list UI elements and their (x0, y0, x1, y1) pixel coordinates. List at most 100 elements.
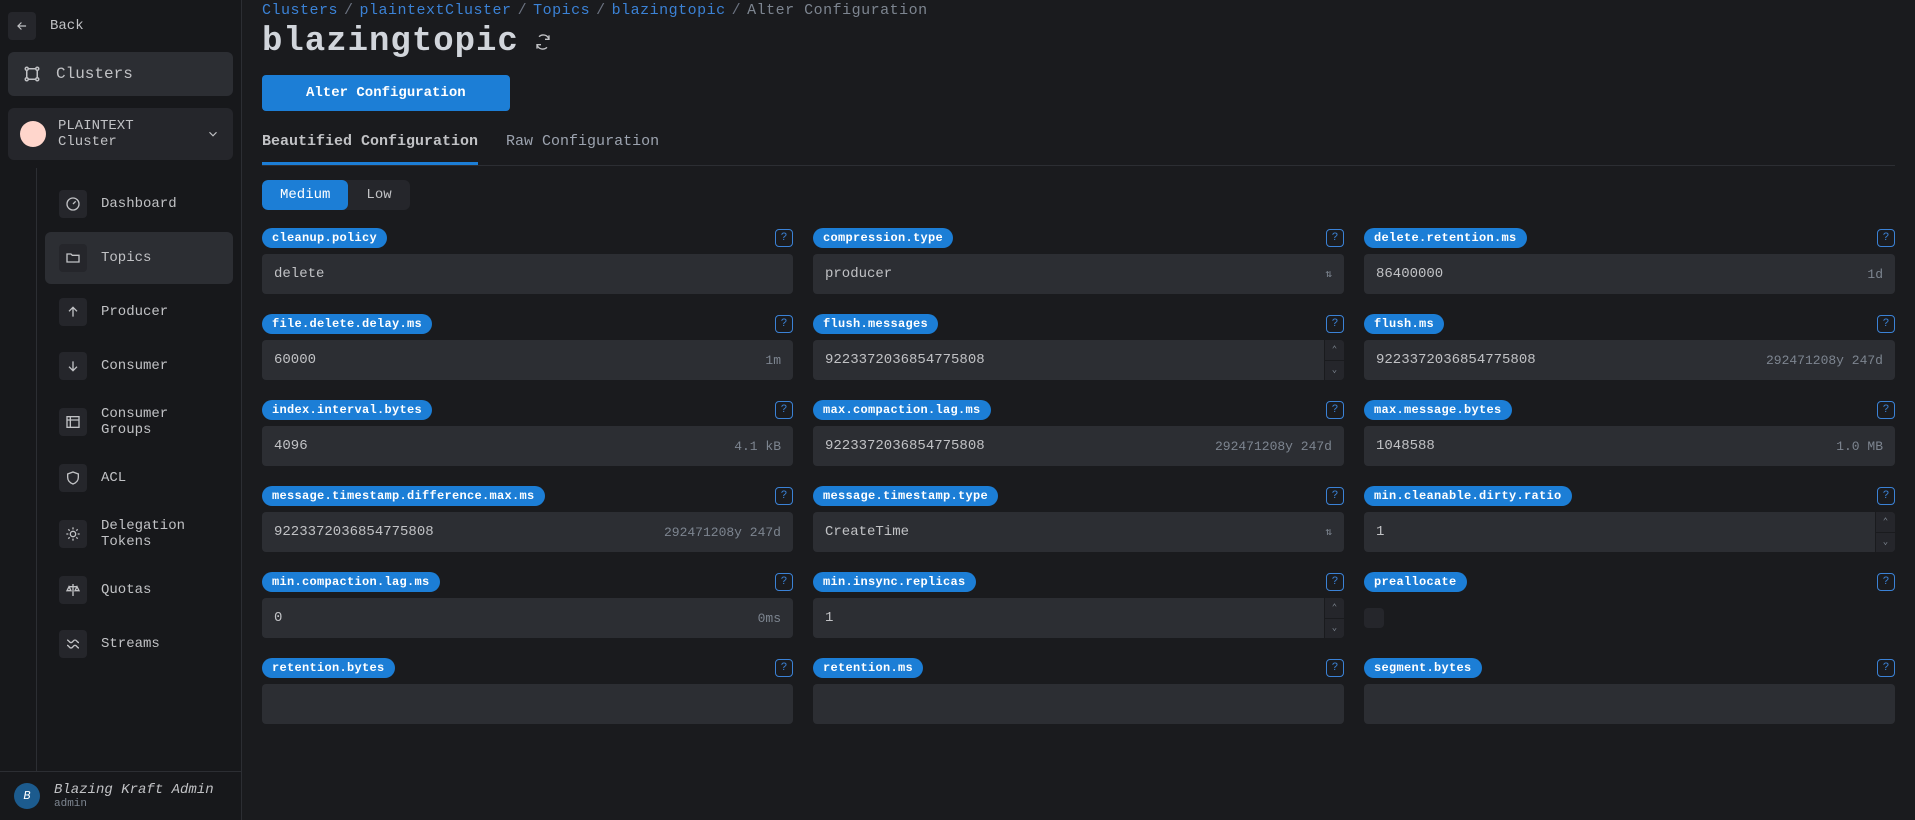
stepper-input[interactable] (825, 352, 1332, 368)
field-flush-messages: flush.messages?⌃⌄ (813, 314, 1344, 380)
select-compression-type[interactable]: producer (813, 254, 1344, 294)
nav-label: Dashboard (101, 196, 177, 212)
field-max-message-bytes: max.message.bytes? 1.0 MB (1364, 400, 1895, 466)
input-delete-retention-ms[interactable]: 1d (1364, 254, 1895, 294)
help-icon[interactable]: ? (1326, 315, 1344, 333)
input-retention-ms[interactable] (813, 684, 1344, 724)
text-input[interactable] (1376, 266, 1857, 282)
help-icon[interactable]: ? (1877, 401, 1895, 419)
tab-beautified-configuration[interactable]: Beautified Configuration (262, 133, 478, 165)
text-input[interactable] (274, 696, 781, 712)
step-down-button[interactable]: ⌄ (1324, 361, 1344, 381)
tab-raw-configuration[interactable]: Raw Configuration (506, 133, 659, 165)
stepper-min-cleanable-dirty-ratio[interactable]: ⌃⌄ (1364, 512, 1895, 552)
select-value: CreateTime (825, 524, 909, 540)
text-input[interactable] (274, 266, 781, 282)
help-icon[interactable]: ? (1877, 659, 1895, 677)
text-input[interactable] (825, 438, 1205, 454)
alter-configuration-button[interactable]: Alter Configuration (262, 75, 510, 111)
help-icon[interactable]: ? (1326, 229, 1344, 247)
input-segment-bytes[interactable] (1364, 684, 1895, 724)
breadcrumb-blazingtopic[interactable]: blazingtopic (612, 2, 726, 19)
field-index-interval-bytes: index.interval.bytes?4.1 kB (262, 400, 793, 466)
help-icon[interactable]: ? (775, 229, 793, 247)
step-up-button[interactable]: ⌃ (1324, 340, 1344, 361)
breadcrumb-plaintextcluster[interactable]: plaintextCluster (360, 2, 512, 19)
stepper-flush-messages[interactable]: ⌃⌄ (813, 340, 1344, 380)
stepper-input[interactable] (1376, 524, 1883, 540)
help-icon[interactable]: ? (775, 573, 793, 591)
help-icon[interactable]: ? (1326, 659, 1344, 677)
help-icon[interactable]: ? (775, 659, 793, 677)
sidebar-item-streams[interactable]: Streams (45, 618, 233, 670)
help-icon[interactable]: ? (1326, 401, 1344, 419)
help-icon[interactable]: ? (1877, 487, 1895, 505)
sidebar-item-clusters[interactable]: Clusters (8, 52, 233, 96)
reload-button[interactable] (533, 32, 553, 52)
text-input[interactable] (274, 352, 755, 368)
input-min-compaction-lag-ms[interactable]: 0ms (262, 598, 793, 638)
stream-icon (59, 630, 87, 658)
step-down-button[interactable]: ⌄ (1875, 533, 1895, 553)
step-down-button[interactable]: ⌄ (1324, 619, 1344, 639)
level-segment: MediumLow (262, 180, 410, 210)
input-index-interval-bytes[interactable]: 4.1 kB (262, 426, 793, 466)
field-retention-bytes: retention.bytes? (262, 658, 793, 724)
segment-low[interactable]: Low (348, 180, 409, 210)
input-max-compaction-lag-ms[interactable]: 292471208y 247d (813, 426, 1344, 466)
field-label: retention.bytes (262, 658, 395, 678)
sidebar-item-dashboard[interactable]: Dashboard (45, 178, 233, 230)
input-max-message-bytes[interactable]: 1.0 MB (1364, 426, 1895, 466)
segment-medium[interactable]: Medium (262, 180, 348, 210)
stepper-input[interactable] (825, 610, 1332, 626)
down-icon (59, 352, 87, 380)
text-input[interactable] (1376, 352, 1756, 368)
stepper-min-insync-replicas[interactable]: ⌃⌄ (813, 598, 1344, 638)
step-up-button[interactable]: ⌃ (1875, 512, 1895, 533)
field-min-insync-replicas: min.insync.replicas? ⌃⌄ (813, 572, 1344, 638)
breadcrumb-topics[interactable]: Topics (533, 2, 590, 19)
input-cleanup-policy[interactable] (262, 254, 793, 294)
checkbox-preallocate[interactable] (1364, 608, 1384, 628)
help-icon[interactable]: ? (775, 487, 793, 505)
sidebar-item-consumer[interactable]: Consumer (45, 340, 233, 392)
field-label: max.message.bytes (1364, 400, 1512, 420)
help-icon[interactable]: ? (1877, 315, 1895, 333)
cluster-color-dot (20, 121, 46, 147)
input-message-timestamp-difference-max-ms[interactable]: 292471208y 247d (262, 512, 793, 552)
text-input[interactable] (274, 438, 724, 454)
breadcrumb: Clusters/plaintextCluster/Topics/blazing… (262, 0, 1895, 19)
sidebar-item-producer[interactable]: Producer (45, 286, 233, 338)
help-icon[interactable]: ? (1326, 487, 1344, 505)
help-icon[interactable]: ? (775, 401, 793, 419)
cluster-selector[interactable]: PLAINTEXT Cluster (8, 108, 233, 160)
field-header: max.message.bytes? (1364, 400, 1895, 420)
text-input[interactable] (825, 696, 1332, 712)
sidebar-item-acl[interactable]: ACL (45, 452, 233, 504)
back-button[interactable] (8, 12, 36, 40)
text-input[interactable] (1376, 696, 1883, 712)
select-message-timestamp-type[interactable]: CreateTime (813, 512, 1344, 552)
user-row[interactable]: B Blazing Kraft Admin admin (0, 771, 241, 820)
help-icon[interactable]: ? (1326, 573, 1344, 591)
text-input[interactable] (274, 524, 654, 540)
field-label: file.delete.delay.ms (262, 314, 432, 334)
breadcrumb-clusters[interactable]: Clusters (262, 2, 338, 19)
step-up-button[interactable]: ⌃ (1324, 598, 1344, 619)
field-header: min.insync.replicas? (813, 572, 1344, 592)
sidebar-item-quotas[interactable]: Quotas (45, 564, 233, 616)
input-file-delete-delay-ms[interactable]: 1m (262, 340, 793, 380)
help-icon[interactable]: ? (775, 315, 793, 333)
sidebar-item-topics[interactable]: Topics (45, 232, 233, 284)
text-input[interactable] (1376, 438, 1826, 454)
input-flush-ms[interactable]: 292471208y 247d (1364, 340, 1895, 380)
breadcrumb-separator: / (726, 2, 748, 19)
value-suffix: 1d (1867, 267, 1883, 282)
sidebar-item-delegation-tokens[interactable]: Delegation Tokens (45, 506, 233, 562)
sidebar-item-consumer-groups[interactable]: Consumer Groups (45, 394, 233, 450)
help-icon[interactable]: ? (1877, 573, 1895, 591)
field-min-compaction-lag-ms: min.compaction.lag.ms?0ms (262, 572, 793, 638)
help-icon[interactable]: ? (1877, 229, 1895, 247)
input-retention-bytes[interactable] (262, 684, 793, 724)
text-input[interactable] (274, 610, 748, 626)
